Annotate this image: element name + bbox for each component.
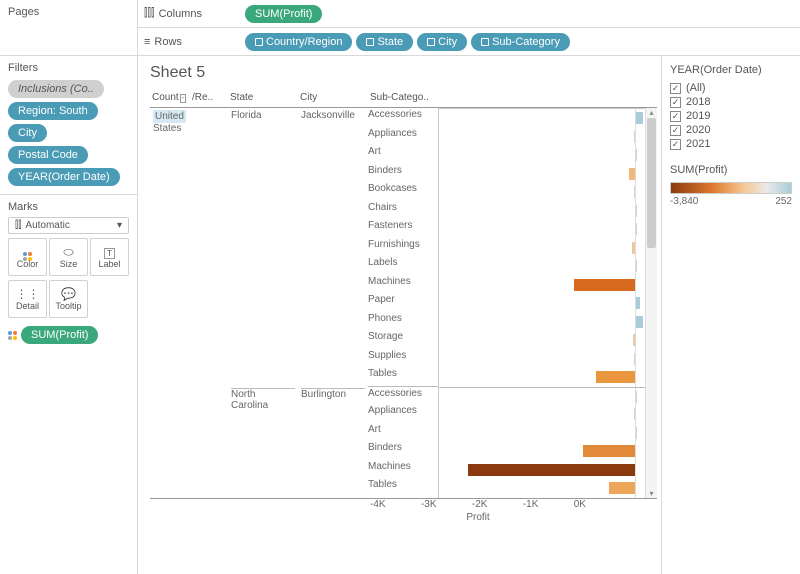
bar-icon: ⫿⫿ [15, 220, 21, 231]
subcategory-label: Paper [368, 293, 438, 312]
subcategory-label: Binders [368, 164, 438, 183]
subcategory-label: Storage [368, 330, 438, 349]
checkbox-icon: ✓ [670, 111, 681, 122]
axis-tick: -4K [370, 499, 386, 510]
subcategory-label: Tables [368, 367, 438, 386]
checkbox-icon: ✓ [670, 125, 681, 136]
filter-pill[interactable]: Region: South [8, 102, 98, 120]
filter-pill[interactable]: Postal Code [8, 146, 88, 164]
filters-panel-title: Filters [8, 62, 129, 74]
state-label: Florida [231, 110, 295, 388]
marks-color-pill[interactable]: SUM(Profit) [21, 326, 98, 344]
bar[interactable] [635, 316, 643, 328]
subcategory-label: Fasteners [368, 219, 438, 238]
rows-pill[interactable]: City [417, 33, 467, 51]
rows-pill[interactable]: Country/Region [245, 33, 352, 51]
subcategory-label: Accessories [368, 108, 438, 127]
filter-pill[interactable]: YEAR(Order Date) [8, 168, 120, 186]
columns-icon: ⫿⫿⫿ [144, 7, 155, 20]
axis-tick: -3K [421, 499, 437, 510]
marks-tooltip-card[interactable]: 💬Tooltip [49, 280, 88, 318]
column-header[interactable]: Sub-Catego.. [368, 92, 438, 107]
subcategory-label: Phones [368, 312, 438, 331]
rows-shelf[interactable]: ≡Rows Country/RegionStateCitySub-Categor… [138, 28, 800, 56]
scrollbar[interactable]: ▴ ▾ [645, 108, 657, 498]
filter-pill[interactable]: City [8, 124, 47, 142]
marks-size-card[interactable]: ⬭Size [49, 238, 88, 276]
subcategory-label: Labels [368, 256, 438, 275]
filter-pill[interactable]: Inclusions (Co.. [8, 80, 104, 98]
subcategory-label: Machines [368, 460, 438, 479]
rows-pill[interactable]: Sub-Category [471, 33, 570, 51]
scroll-thumb[interactable] [647, 118, 656, 248]
year-checkbox-row[interactable]: ✓2021 [670, 138, 792, 150]
column-header[interactable]: /Re.. [190, 92, 228, 107]
year-checkbox-row[interactable]: ✓2018 [670, 96, 792, 108]
subcategory-label: Machines [368, 275, 438, 294]
subcategory-label: Supplies [368, 349, 438, 368]
marks-color-card[interactable]: Color [8, 238, 47, 276]
gradient-min: -3,840 [670, 196, 698, 207]
subcategory-label: Accessories [368, 386, 438, 405]
bar[interactable] [609, 482, 635, 494]
marks-panel-title: Marks [8, 201, 129, 213]
bar[interactable] [468, 464, 635, 476]
column-header[interactable]: City [298, 92, 368, 107]
year-checkbox-row[interactable]: ✓2019 [670, 110, 792, 122]
country-label: United [153, 110, 186, 123]
bar[interactable] [596, 371, 635, 383]
city-label: Burlington [301, 388, 365, 499]
axis-tick: -2K [472, 499, 488, 510]
checkbox-icon: ✓ [670, 83, 681, 94]
subcategory-label: Appliances [368, 127, 438, 146]
subcategory-label: Bookcases [368, 182, 438, 201]
city-label: Jacksonville [301, 110, 365, 388]
bar[interactable] [583, 445, 635, 457]
year-checkbox-row[interactable]: ✓(All) [670, 82, 792, 94]
year-checkbox-row[interactable]: ✓2020 [670, 124, 792, 136]
rows-pill[interactable]: State [356, 33, 413, 51]
gradient-max: 252 [775, 196, 792, 207]
axis-label: Profit [368, 512, 588, 523]
year-filter-title: YEAR(Order Date) [670, 64, 792, 76]
column-header[interactable]: State [228, 92, 298, 107]
color-legend-title: SUM(Profit) [670, 164, 792, 176]
axis-tick: 0K [574, 499, 586, 510]
subcategory-label: Appliances [368, 404, 438, 423]
color-gradient[interactable] [670, 182, 792, 194]
subcategory-label: Binders [368, 441, 438, 460]
subcategory-label: Art [368, 423, 438, 442]
bar[interactable] [574, 279, 635, 291]
columns-shelf[interactable]: ⫿⫿⫿Columns SUM(Profit) [138, 0, 800, 28]
subcategory-label: Tables [368, 478, 438, 497]
columns-pill[interactable]: SUM(Profit) [245, 5, 322, 23]
bar[interactable] [635, 112, 643, 124]
axis-tick: -1K [523, 499, 539, 510]
subcategory-label: Art [368, 145, 438, 164]
subcategory-label: Chairs [368, 201, 438, 220]
checkbox-icon: ✓ [670, 139, 681, 150]
sheet-title[interactable]: Sheet 5 [150, 64, 657, 82]
chevron-down-icon: ▾ [117, 220, 122, 231]
subcategory-label: Furnishings [368, 238, 438, 257]
rows-icon: ≡ [144, 36, 150, 48]
scroll-down-icon[interactable]: ▾ [646, 489, 657, 498]
scroll-up-icon[interactable]: ▴ [646, 108, 657, 117]
checkbox-icon: ✓ [670, 97, 681, 108]
color-dots-icon [8, 331, 17, 340]
column-header[interactable]: Count- [150, 92, 190, 107]
state-label: North Carolina [231, 388, 295, 499]
marks-label-card[interactable]: TLabel [90, 238, 129, 276]
pages-panel-title: Pages [8, 6, 129, 18]
marks-detail-card[interactable]: ⋮⋮Detail [8, 280, 47, 318]
marks-type-dropdown[interactable]: ⫿⫿Automatic ▾ [8, 217, 129, 234]
